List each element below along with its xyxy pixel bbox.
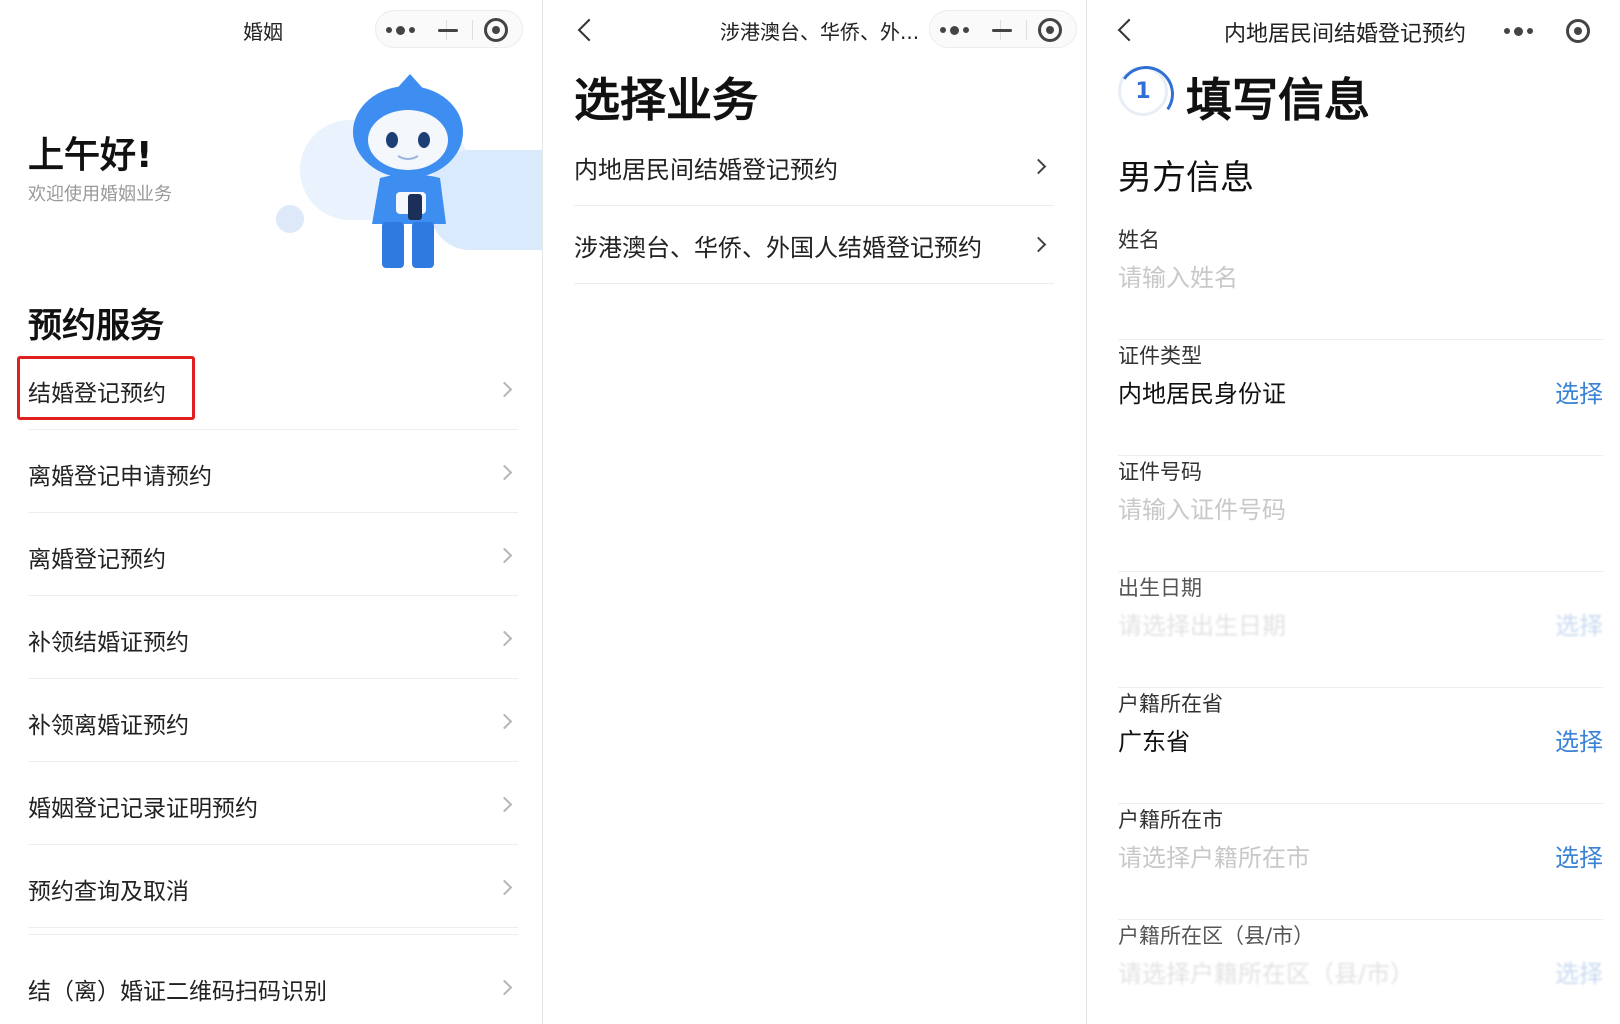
more-dots-icon[interactable] — [1494, 12, 1542, 50]
district-select-button[interactable]: 选择 — [1555, 954, 1603, 989]
select-business-screen: 涉港澳台、华侨、外... 选择业务 内地居民间结婚登记预约 涉港澳台、华侨、外国… — [546, 0, 1087, 1024]
birth-date-select-button[interactable]: 选择 — [1555, 606, 1603, 641]
field-label: 证件号码 — [1118, 460, 1202, 484]
page-title: 选择业务 — [574, 73, 758, 127]
field-label: 姓名 — [1118, 228, 1160, 252]
menu-item-label: 结（离）婚证二维码扫码识别 — [28, 979, 327, 1005]
greeting-subtitle: 欢迎使用婚姻业务 — [28, 184, 172, 205]
field-label: 出生日期 — [1118, 576, 1202, 600]
step-indicator: 1 — [1118, 66, 1168, 116]
chevron-right-icon — [496, 979, 513, 996]
mini-program-capsule — [929, 10, 1077, 48]
menu-item-divorce-application[interactable]: 离婚登记申请预约 — [28, 431, 518, 513]
section-title: 男方信息 — [1118, 158, 1254, 198]
field-label: 户籍所在区（县/市） — [1118, 924, 1315, 948]
fill-info-screen: 内地居民间结婚登记预约 1 填写信息 男方信息 姓名 请输入姓名 证件类型 内地… — [1090, 0, 1620, 1024]
field-label: 户籍所在市 — [1118, 808, 1223, 832]
district-input[interactable]: 请选择户籍所在区（县/市） — [1118, 954, 1414, 989]
menu-item-label: 预约查询及取消 — [28, 879, 189, 905]
field-id-type: 证件类型 内地居民身份证 选择 — [1118, 340, 1603, 456]
id-type-select-button[interactable]: 选择 — [1555, 374, 1603, 409]
top-bar: 涉港澳台、华侨、外... — [546, 0, 1086, 60]
back-arrow-icon[interactable] — [574, 16, 600, 44]
step-title: 填写信息 — [1186, 73, 1370, 127]
back-arrow-icon[interactable] — [1114, 16, 1140, 44]
menu-item-label: 结婚登记预约 — [28, 381, 166, 407]
chevron-right-icon — [496, 713, 513, 730]
close-target-icon[interactable] — [472, 11, 520, 49]
province-value: 广东省 — [1118, 728, 1190, 756]
city-input[interactable]: 请选择户籍所在市 — [1118, 838, 1310, 873]
id-type-value: 内地居民身份证 — [1118, 380, 1286, 408]
city-select-button[interactable]: 选择 — [1555, 838, 1603, 873]
more-dots-icon[interactable] — [930, 11, 978, 49]
menu-item-marriage-registration[interactable]: 结婚登记预约 — [28, 348, 518, 430]
chevron-right-icon — [496, 796, 513, 813]
menu-item-divorce-registration[interactable]: 离婚登记预约 — [28, 514, 518, 596]
field-label: 户籍所在省 — [1118, 692, 1223, 716]
marriage-home-screen: 婚姻 上午好! 欢迎使用婚姻业务 预约服务 结婚登记预约 离婚登记申请预约 离婚… — [0, 0, 543, 1024]
menu-item-record-certificate[interactable]: 婚姻登记记录证明预约 — [28, 763, 518, 845]
minimize-icon[interactable] — [978, 11, 1026, 49]
menu-item-replace-marriage-cert[interactable]: 补领结婚证预约 — [28, 597, 518, 679]
nav-title: 涉港澳台、华侨、外... — [720, 20, 920, 44]
chevron-right-icon — [496, 464, 513, 481]
menu-item-replace-divorce-cert[interactable]: 补领离婚证预约 — [28, 680, 518, 762]
menu-item-label: 补领离婚证预约 — [28, 713, 189, 739]
chevron-right-icon — [496, 879, 513, 896]
divider — [28, 934, 518, 935]
minimize-icon[interactable] — [424, 11, 472, 49]
menu-item-qr-scan[interactable]: 结（离）婚证二维码扫码识别 — [28, 950, 518, 1024]
mascot-illustration — [353, 74, 463, 268]
business-item-foreign[interactable]: 涉港澳台、华侨、外国人结婚登记预约 — [574, 206, 1054, 284]
field-district: 户籍所在区（县/市） 请选择户籍所在区（县/市） 选择 — [1118, 920, 1603, 1024]
id-number-input[interactable]: 请输入证件号码 — [1118, 490, 1286, 525]
field-birth-date: 出生日期 请选择出生日期 选择 — [1118, 572, 1603, 688]
business-item-label: 涉港澳台、华侨、外国人结婚登记预约 — [574, 234, 982, 262]
chevron-right-icon — [496, 547, 513, 564]
province-select-button[interactable]: 选择 — [1555, 722, 1603, 757]
field-id-number: 证件号码 请输入证件号码 — [1118, 456, 1603, 572]
close-target-icon[interactable] — [1026, 11, 1074, 49]
field-name: 姓名 请输入姓名 — [1118, 224, 1603, 340]
mini-program-capsule — [375, 10, 523, 48]
more-dots-icon[interactable] — [376, 11, 424, 49]
top-bar: 内地居民间结婚登记预约 — [1090, 0, 1620, 60]
step-number: 1 — [1135, 78, 1151, 104]
name-input[interactable]: 请输入姓名 — [1118, 258, 1238, 293]
business-item-mainland[interactable]: 内地居民间结婚登记预约 — [574, 128, 1054, 206]
menu-item-label: 离婚登记申请预约 — [28, 464, 212, 490]
chevron-right-icon — [1030, 236, 1047, 253]
menu-item-label: 离婚登记预约 — [28, 547, 166, 573]
nav-title: 婚姻 — [243, 20, 283, 44]
close-target-icon[interactable] — [1554, 12, 1602, 50]
hero-decor-dot — [276, 205, 304, 233]
chevron-right-icon — [496, 381, 513, 398]
chevron-right-icon — [496, 630, 513, 647]
menu-item-query-cancel[interactable]: 预约查询及取消 — [28, 846, 518, 928]
field-province: 户籍所在省 广东省 选择 — [1118, 688, 1603, 804]
field-city: 户籍所在市 请选择户籍所在市 选择 — [1118, 804, 1603, 920]
top-bar: 婚姻 — [0, 0, 542, 60]
birth-date-input[interactable]: 请选择出生日期 — [1118, 606, 1286, 641]
section-title: 预约服务 — [28, 306, 164, 346]
chevron-right-icon — [1030, 158, 1047, 175]
menu-item-label: 补领结婚证预约 — [28, 630, 189, 656]
menu-item-label: 婚姻登记记录证明预约 — [28, 796, 258, 822]
greeting-title: 上午好! — [28, 135, 153, 176]
business-item-label: 内地居民间结婚登记预约 — [574, 156, 838, 184]
field-label: 证件类型 — [1118, 344, 1202, 368]
nav-title: 内地居民间结婚登记预约 — [1224, 22, 1467, 47]
